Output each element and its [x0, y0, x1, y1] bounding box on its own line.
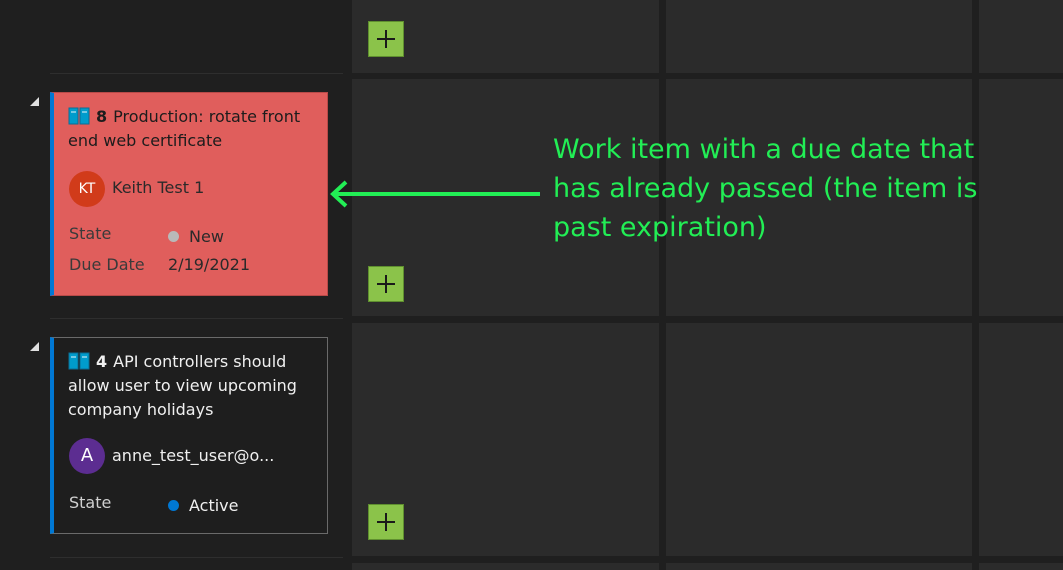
annotation-arrow-icon — [330, 180, 540, 208]
assignee-name[interactable]: Keith Test 1 — [112, 178, 204, 197]
board-cell — [979, 79, 1063, 316]
book-icon — [68, 352, 90, 370]
annotation-text: Work item with a due date that has alrea… — [553, 134, 978, 243]
work-item-card[interactable]: 4 API controllers should allow user to vi… — [50, 337, 328, 534]
row-divider — [50, 73, 343, 74]
avatar: A — [69, 438, 105, 474]
board-cell — [352, 563, 659, 570]
board-cell — [979, 323, 1063, 556]
due-date-label: Due Date — [69, 255, 145, 274]
state-value-text: Active — [189, 496, 239, 515]
work-item-card-overdue[interactable]: 8 Production: rotate front end web certif… — [50, 92, 328, 296]
assignee-name[interactable]: anne_test_user@o... — [112, 446, 274, 465]
add-work-item-button[interactable] — [368, 21, 404, 57]
work-item-id: 8 — [96, 107, 108, 126]
state-label: State — [69, 224, 112, 243]
avatar-initials: A — [80, 445, 94, 466]
state-value[interactable]: New — [168, 227, 224, 246]
state-value[interactable]: Active — [168, 496, 239, 515]
row-divider — [50, 318, 343, 319]
board-cell — [666, 563, 972, 570]
board-cell — [666, 323, 972, 556]
board-cell — [979, 0, 1063, 73]
add-work-item-button[interactable] — [368, 266, 404, 302]
avatar: KT — [69, 171, 105, 207]
card-title[interactable]: 8 Production: rotate front end web certif… — [68, 105, 317, 153]
collapse-toggle-icon[interactable] — [30, 342, 39, 351]
state-dot-icon — [168, 500, 179, 511]
book-icon — [68, 107, 90, 125]
state-label: State — [69, 493, 112, 512]
state-value-text: New — [189, 227, 224, 246]
state-dot-icon — [168, 231, 179, 242]
collapse-toggle-icon[interactable] — [30, 97, 39, 106]
avatar-initials: KT — [78, 181, 96, 197]
add-work-item-button[interactable] — [368, 504, 404, 540]
card-title[interactable]: 4 API controllers should allow user to vi… — [68, 350, 317, 422]
board-cell — [979, 563, 1063, 570]
row-divider — [50, 557, 343, 558]
work-item-id: 4 — [96, 352, 108, 371]
due-date-value[interactable]: 2/19/2021 — [168, 255, 250, 274]
board-cell — [666, 0, 972, 73]
